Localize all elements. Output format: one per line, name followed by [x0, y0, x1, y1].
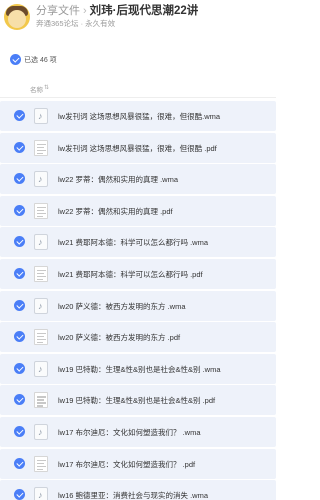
music-note-icon: ♪ — [38, 490, 43, 500]
file-name: lw17 布尔迪厄：文化如何塑造我们？ .pdf — [58, 459, 196, 469]
row-checkbox[interactable] — [14, 204, 25, 216]
pdf-preview-line — [37, 206, 46, 208]
selection-count: 已选 46 项 — [24, 57, 57, 64]
file-name: lw21 费耶阿本德：科学可以怎么都行吗 .wma — [58, 238, 209, 248]
avatar-face — [8, 10, 26, 28]
row-checkbox[interactable] — [14, 394, 25, 406]
pdf-preview-line — [37, 339, 46, 341]
pdf-preview-line — [37, 468, 43, 470]
file-row[interactable]: lw22 罗蒂：偶然和实用的真理 .pdf — [0, 195, 276, 226]
selection-bar: 已选 46 项 — [0, 50, 276, 68]
pdf-file-icon — [34, 455, 48, 472]
pdf-preview-line — [37, 405, 43, 407]
row-checkbox[interactable] — [14, 489, 25, 500]
row-checkbox[interactable] — [14, 173, 25, 185]
file-name: lw发刊词 这场思想风暴很猛，很难，但很酷.wma — [58, 112, 221, 121]
pdf-preview-line — [37, 396, 46, 398]
audio-file-icon: ♪ — [34, 360, 48, 377]
file-row[interactable]: ♪ lw22 罗蒂：偶然和实用的真理 .wma — [0, 164, 276, 195]
file-row[interactable]: lw17 布尔迪厄：文化如何塑造我们？ .pdf — [0, 448, 276, 479]
pdf-preview-line — [37, 149, 46, 151]
breadcrumb-separator: › — [83, 5, 87, 17]
file-row[interactable]: lw19 巴特勒：生理&性&别也是社会&性&别 .pdf — [0, 385, 276, 416]
row-checkbox[interactable] — [14, 110, 25, 121]
pdf-preview-line — [37, 459, 46, 461]
pdf-file-icon — [34, 392, 48, 409]
file-name: lw19 巴特勒：生理&性&别也是社会&性&别 .wma — [58, 364, 221, 374]
page-title: 刘玮·后现代思潮22讲 — [89, 5, 199, 17]
file-row[interactable]: lw20 萨义德：被西方发明的东方 .pdf — [0, 322, 276, 353]
music-note-icon: ♪ — [38, 363, 43, 374]
file-name: lw17 布尔迪厄：文化如何塑造我们？ .wma — [58, 428, 201, 437]
pdf-preview-line — [37, 399, 44, 401]
audio-file-icon: ♪ — [34, 171, 48, 188]
pdf-preview-line — [37, 279, 43, 281]
row-checkbox[interactable] — [14, 457, 25, 469]
pdf-preview-line — [37, 209, 44, 211]
music-note-icon: ♪ — [38, 427, 43, 437]
music-note-icon: ♪ — [38, 237, 43, 248]
file-name: lw22 罗蒂：偶然和实用的真理 .wma — [58, 175, 179, 185]
row-checkbox[interactable] — [14, 331, 25, 343]
file-name: lw21 费耶阿本德：科学可以怎么都行吗 .pdf — [58, 270, 203, 279]
pdf-file-icon — [34, 329, 48, 346]
file-name: lw19 巴特勒：生理&性&别也是社会&性&别 .pdf — [58, 396, 216, 406]
pdf-file-icon — [34, 139, 48, 156]
avatar[interactable] — [4, 4, 30, 30]
pdf-preview-line — [37, 276, 46, 278]
row-checkbox[interactable] — [14, 236, 25, 248]
pdf-preview-line — [37, 273, 44, 275]
sort-arrows-icon[interactable]: ⇅ — [44, 84, 49, 91]
file-row[interactable]: ♪ lw21 费耶阿本德：科学可以怎么都行吗 .wma — [0, 227, 276, 258]
pdf-preview-line — [37, 212, 46, 214]
file-row[interactable]: ♪ lw17 布尔迪厄：文化如何塑造我们？ .wma — [0, 417, 276, 447]
file-name: lw20 萨义德：被西方发明的东方 .pdf — [58, 333, 181, 343]
pdf-file-icon — [34, 266, 48, 282]
pdf-preview-line — [37, 465, 46, 467]
pdf-preview-line — [37, 333, 46, 335]
audio-file-icon: ♪ — [34, 297, 48, 314]
music-note-icon: ♪ — [38, 174, 43, 185]
row-checkbox[interactable] — [14, 299, 25, 311]
file-row[interactable]: ♪ lw20 萨义德：被西方发明的东方 .wma — [0, 290, 276, 321]
file-name: lw16 鲍德里亚：消费社会与现实的消失 .wma — [58, 491, 209, 500]
pdf-preview-line — [37, 462, 44, 464]
share-header: 分享文件 › 刘玮·后现代思潮22讲 奔通365论坛 · 永久有效 — [0, 0, 276, 36]
audio-file-icon: ♪ — [34, 424, 48, 440]
share-subtitle: 奔通365论坛 · 永久有效 — [36, 19, 116, 28]
pdf-preview-line — [37, 215, 43, 217]
row-checkbox[interactable] — [14, 426, 25, 437]
row-checkbox[interactable] — [14, 268, 25, 279]
row-checkbox[interactable] — [14, 141, 25, 153]
pdf-preview-line — [37, 143, 46, 145]
file-name: lw发刊词 这场思想风暴很猛，很难，但很酷 .pdf — [58, 143, 217, 153]
pdf-file-icon — [34, 202, 48, 219]
file-name: lw20 萨义德：被西方发明的东方 .wma — [58, 301, 186, 311]
file-name: lw22 罗蒂：偶然和实用的真理 .pdf — [58, 206, 173, 216]
audio-file-icon: ♪ — [34, 487, 48, 500]
column-name-header[interactable]: 名称 — [30, 84, 43, 94]
file-row[interactable]: ♪ lw16 鲍德里亚：消费社会与现实的消失 .wma — [0, 480, 276, 500]
column-header: 名称 ⇅ — [0, 78, 276, 98]
audio-file-icon: ♪ — [34, 108, 48, 124]
file-row[interactable]: ♪ lw发刊词 这场思想风暴很猛，很难，但很酷.wma — [0, 101, 276, 131]
select-all-checkbox[interactable] — [10, 54, 21, 65]
file-row[interactable]: lw21 费耶阿本德：科学可以怎么都行吗 .pdf — [0, 259, 276, 289]
pdf-preview-line — [37, 342, 43, 344]
pdf-preview-line — [37, 336, 44, 338]
music-note-icon: ♪ — [38, 300, 43, 311]
breadcrumb-root-link[interactable]: 分享文件 — [36, 5, 80, 17]
pdf-preview-line — [37, 146, 44, 148]
music-note-icon: ♪ — [38, 111, 43, 121]
file-row[interactable]: ♪ lw19 巴特勒：生理&性&别也是社会&性&别 .wma — [0, 353, 276, 384]
row-checkbox[interactable] — [14, 362, 25, 374]
breadcrumb: 分享文件 › 刘玮·后现代思潮22讲 — [36, 2, 198, 18]
file-row[interactable]: lw发刊词 这场思想风暴很猛，很难，但很酷 .pdf — [0, 132, 276, 163]
pdf-preview-line — [37, 402, 46, 404]
pdf-preview-line — [37, 152, 43, 154]
audio-file-icon: ♪ — [34, 234, 48, 251]
pdf-preview-line — [37, 270, 46, 272]
